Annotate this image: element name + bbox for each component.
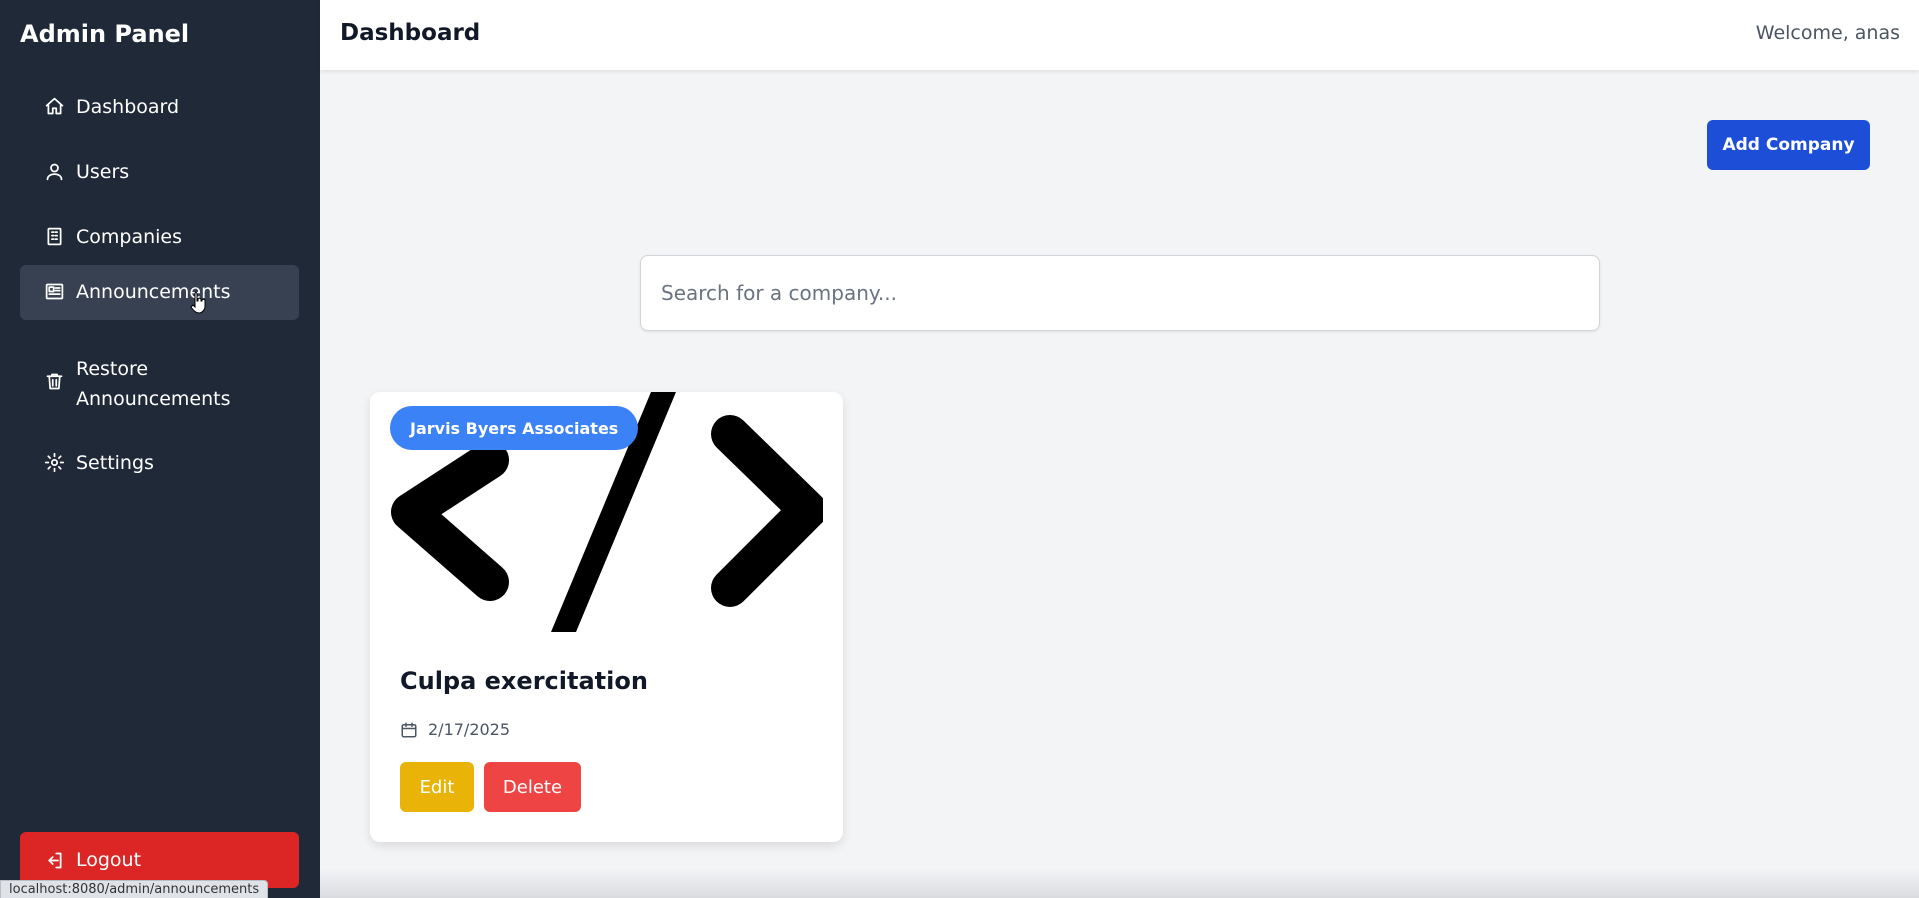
delete-button[interactable]: Delete (484, 762, 581, 812)
page-title: Dashboard (340, 20, 481, 46)
sidebar-item-label: Announcements (76, 281, 231, 303)
sidebar-item-label: Dashboard (76, 96, 180, 118)
edit-button[interactable]: Edit (400, 762, 474, 812)
hand-cursor-icon (190, 291, 206, 314)
browser-status-url: localhost:8080/admin/announcements (0, 880, 269, 898)
sidebar-item-users[interactable]: Users (20, 145, 299, 199)
add-company-button[interactable]: Add Company (1707, 120, 1870, 170)
brand-title: Admin Panel (20, 20, 190, 48)
date-text: 2/17/2025 (428, 720, 511, 739)
building-icon (42, 224, 66, 248)
gear-icon (42, 450, 66, 474)
sidebar-item-label: Companies (76, 226, 183, 248)
sidebar-item-announcements[interactable]: Announcements (20, 265, 299, 320)
trash-icon (42, 369, 66, 393)
logout-icon (42, 848, 66, 872)
logout-label: Logout (76, 849, 142, 871)
sidebar-item-restore-announcements[interactable]: Restore Announcements (20, 340, 299, 428)
sidebar-item-label: Settings (76, 452, 154, 474)
top-header: Dashboard Welcome, anas (320, 0, 1919, 70)
sidebar-item-dashboard[interactable]: Dashboard (20, 80, 299, 134)
newspaper-icon (42, 279, 66, 303)
home-icon (42, 94, 66, 118)
announcement-card: Jarvis Byers Associates Culpa exercitati… (370, 392, 843, 842)
sidebar: Admin Panel Dashboard Users Companies An… (0, 0, 320, 898)
sidebar-item-label: Users (76, 161, 130, 183)
calendar-icon (401, 722, 417, 737)
sidebar-item-companies[interactable]: Companies (20, 210, 299, 264)
sidebar-item-label: Restore Announcements (76, 358, 231, 410)
sidebar-item-settings[interactable]: Settings (20, 436, 299, 490)
user-icon (42, 159, 66, 183)
search-input[interactable] (640, 255, 1600, 331)
card-title: Culpa exercitation (400, 667, 648, 695)
company-badge: Jarvis Byers Associates (390, 406, 639, 450)
bottom-shadow (320, 868, 1919, 898)
card-date: 2/17/2025 (400, 720, 510, 739)
welcome-text: Welcome, anas (1755, 22, 1900, 44)
